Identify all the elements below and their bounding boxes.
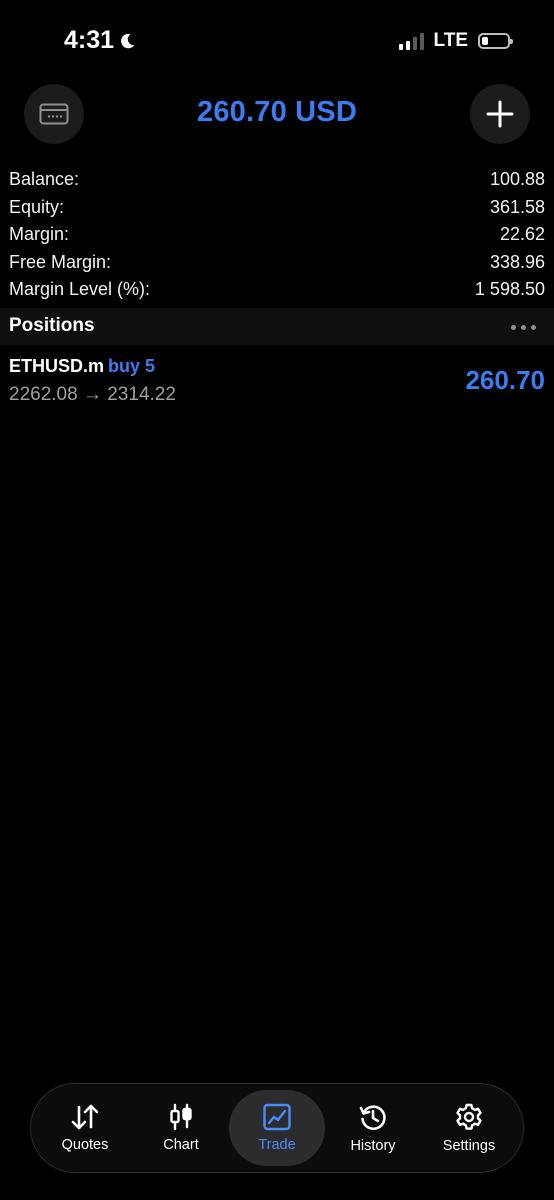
position-symbol: ETHUSD.m [9, 356, 105, 376]
equity-row: Equity: 361.58 [9, 194, 545, 222]
position-prices: 2262.08 → 2314.22 [9, 384, 176, 405]
equity-label: Equity: [9, 196, 65, 217]
tab-history[interactable]: History [325, 1090, 421, 1166]
tab-settings[interactable]: Settings [421, 1090, 517, 1166]
status-indicators: LTE [398, 30, 513, 52]
positions-title: Positions [9, 315, 95, 336]
tab-chart-label: Chart [163, 1137, 199, 1153]
arrows-up-down-icon [71, 1104, 99, 1130]
plus-icon [486, 100, 514, 128]
position-row[interactable]: ETHUSD.m buy 5 2262.08 → 2314.22 260.70 [0, 350, 554, 414]
cellular-signal-icon [398, 32, 424, 50]
more-options-icon[interactable] [511, 325, 536, 330]
margin-row: Margin: 22.62 [9, 221, 545, 249]
status-time-text: 4:31 [64, 26, 115, 54]
balance-label: Balance: [9, 169, 80, 189]
position-profit: 260.70 [465, 365, 545, 395]
status-time: 4:31 [64, 26, 136, 55]
position-side: buy 5 [108, 356, 156, 376]
network-type: LTE [433, 30, 468, 51]
history-clock-icon [359, 1105, 386, 1131]
margin-value: 22.62 [499, 224, 545, 244]
trend-chart-icon [263, 1103, 291, 1131]
free-margin-row: Free Margin: 338.96 [9, 249, 545, 277]
candlestick-icon [170, 1103, 192, 1131]
tab-quotes[interactable]: Quotes [37, 1090, 133, 1166]
status-bar: 4:31 LTE [0, 0, 554, 84]
gear-icon [456, 1103, 482, 1130]
margin-level-value: 1 598.50 [474, 279, 545, 299]
balance-value: 100.88 [489, 169, 545, 189]
tab-settings-label: Settings [442, 1138, 496, 1154]
equity-value: 361.58 [489, 196, 545, 217]
margin-level-row: Margin Level (%): 1 598.50 [9, 276, 545, 304]
margin-label: Margin: [9, 224, 70, 244]
header: 260.70 USD [0, 84, 554, 144]
tab-history-label: History [350, 1138, 396, 1154]
tab-chart[interactable]: Chart [133, 1090, 229, 1166]
moon-icon [121, 33, 135, 48]
tab-bar: Quotes Chart Trade History Settings [30, 1083, 524, 1173]
free-margin-label: Free Margin: [9, 251, 112, 272]
tab-trade[interactable]: Trade [229, 1090, 325, 1166]
positions-section-header: Positions [0, 308, 554, 345]
tab-trade-label: Trade [258, 1137, 296, 1153]
tab-quotes-label: Quotes [61, 1137, 109, 1153]
position-symbol-line: ETHUSD.m buy 5 [9, 356, 155, 377]
margin-level-label: Margin Level (%): [9, 279, 151, 299]
new-order-button[interactable] [470, 84, 530, 144]
balance-row: Balance: 100.88 [9, 166, 545, 194]
free-margin-value: 338.96 [489, 251, 545, 272]
account-summary: Balance: 100.88 Equity: 361.58 Margin: 2… [9, 166, 545, 304]
battery-icon [478, 33, 513, 49]
